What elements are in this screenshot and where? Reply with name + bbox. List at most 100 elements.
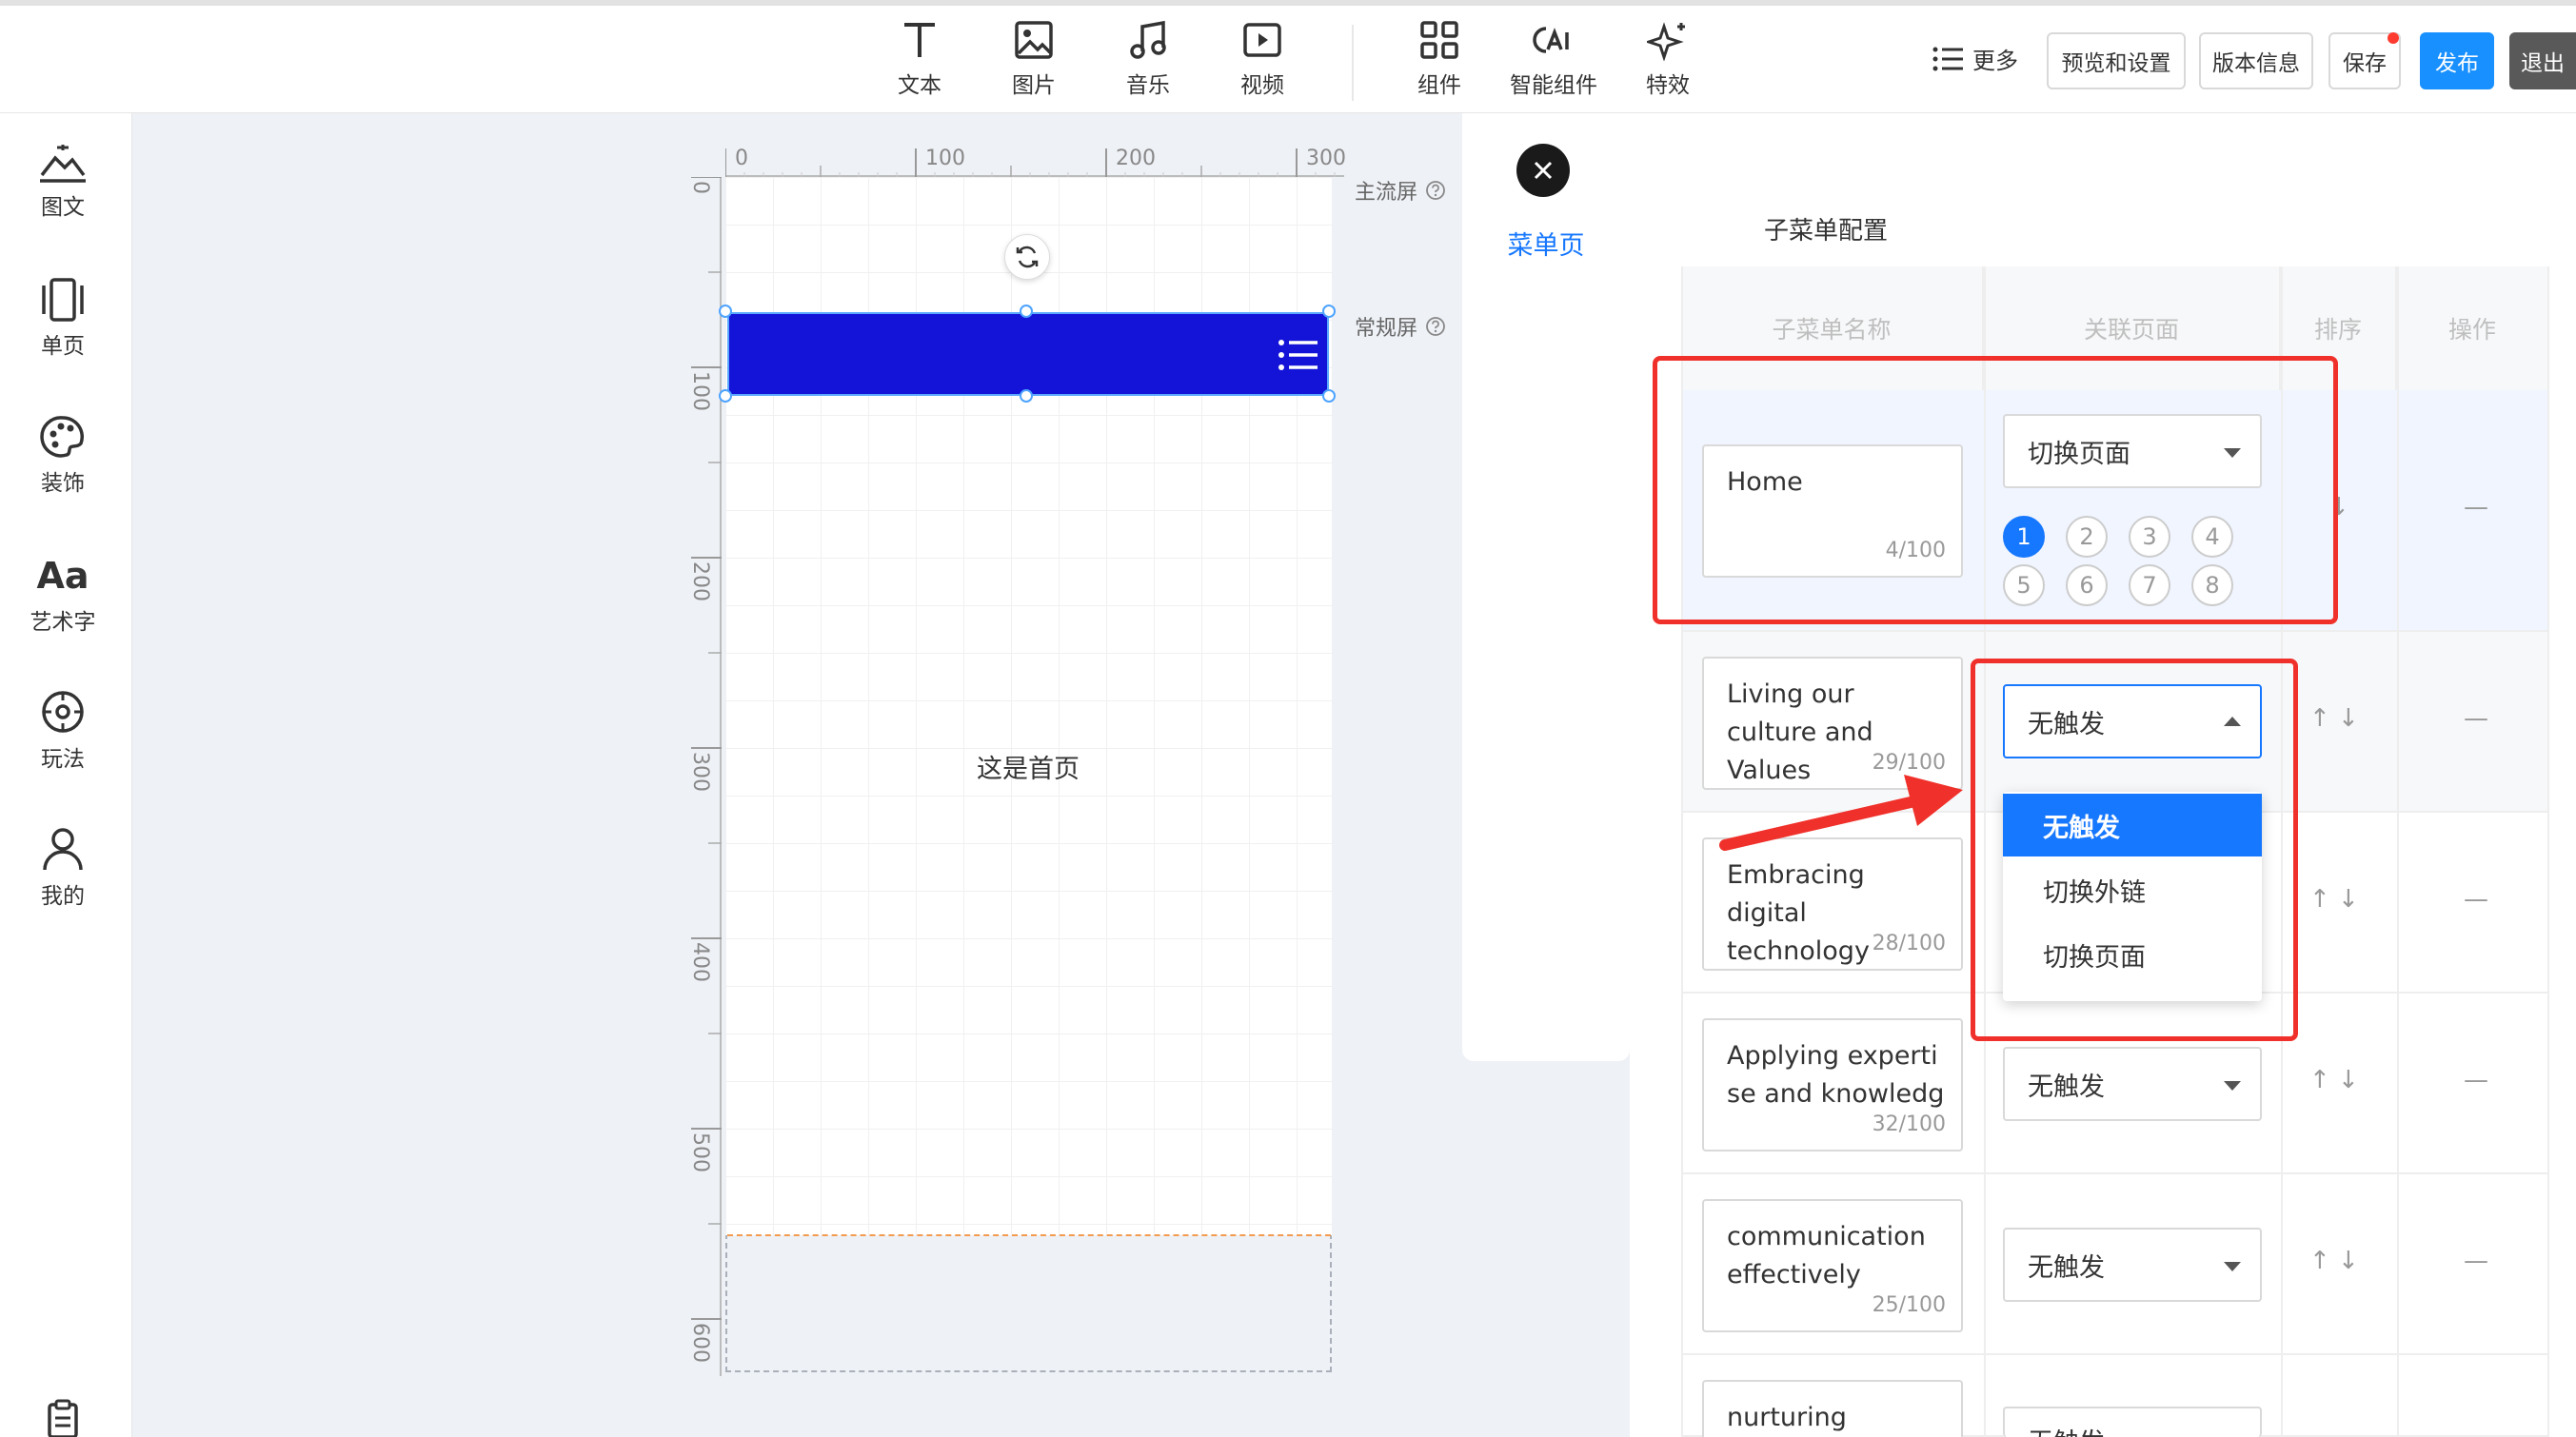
ruler-tick-label: 100 (688, 371, 712, 411)
menu-nav-bar[interactable] (727, 312, 1329, 396)
link-page-select[interactable]: 无触发 (2003, 1407, 2262, 1437)
help-icon[interactable] (1425, 180, 1446, 201)
tool-ai-component[interactable]: 智能组件 (1496, 19, 1611, 99)
sidebar-item-decoration[interactable]: 装饰 (0, 415, 126, 497)
column-header: 操作 (2397, 266, 2549, 390)
row-action[interactable]: — (2464, 493, 2488, 522)
tool-label: 文本 (898, 73, 941, 98)
tool-image[interactable]: 图片 (977, 19, 1091, 99)
version-info-button[interactable]: 版本信息 (2199, 32, 2313, 89)
config-title: 子菜单配置 (1764, 217, 1889, 246)
ruler-tick-label: 500 (688, 1132, 712, 1172)
row-action[interactable]: — (2464, 885, 2488, 914)
close-icon (1534, 161, 1553, 180)
sidebar-item-graphic-text[interactable]: 图文 (0, 141, 126, 221)
ruler-tick-label: 200 (688, 561, 712, 601)
ruler-top (725, 148, 1344, 177)
unsaved-dot (2388, 32, 2399, 44)
tool-component[interactable]: 组件 (1382, 19, 1496, 99)
submenu-name-input[interactable]: Living our culture and Values 29/100 (1702, 657, 1963, 790)
music-icon (1130, 20, 1166, 59)
tool-video[interactable]: 视频 (1205, 19, 1319, 99)
sidebar-item-mine[interactable]: 我的 (0, 826, 126, 910)
link-page-select[interactable]: 无触发 (2003, 1228, 2262, 1302)
ai-component-icon (1533, 27, 1569, 53)
column-divider (2547, 266, 2549, 1437)
char-counter: 25/100 (1872, 1293, 1946, 1317)
tool-text[interactable]: 文本 (862, 19, 977, 99)
ruler-tick-label: 400 (688, 942, 712, 982)
text-icon (904, 23, 935, 57)
video-icon (1243, 23, 1281, 57)
submenu-name-input[interactable]: Applying expertise and knowledge 32/100 (1702, 1018, 1963, 1152)
resize-handle[interactable] (719, 389, 732, 403)
normal-screen-label: 常规屏 (1355, 317, 1418, 341)
close-button[interactable] (1516, 144, 1570, 197)
caret-down-icon (2224, 1262, 2241, 1271)
char-counter: 32/100 (1872, 1112, 1946, 1136)
char-counter: 28/100 (1872, 932, 1946, 955)
sidebar-item-art-font[interactable]: Aa 艺术字 (0, 554, 126, 636)
ruler-tick-label: 200 (1116, 147, 1156, 170)
row-action[interactable]: — (2464, 1066, 2488, 1094)
ruler-tick-label: 600 (688, 1323, 712, 1363)
main-screen-tag: 主流屏 (1355, 175, 1446, 206)
resize-handle[interactable] (1020, 305, 1033, 318)
sidebar-item-label: 我的 (41, 884, 85, 909)
clipboard-icon (48, 1399, 78, 1437)
sidebar-clipboard[interactable] (0, 1399, 126, 1437)
more-label: 更多 (1972, 48, 2018, 74)
submenu-name-input[interactable]: nurturing diverse (1702, 1380, 1963, 1437)
page-body-text: 这是首页 (977, 755, 1080, 784)
art-font-icon: Aa (36, 555, 89, 597)
fold-line (727, 1234, 1331, 1236)
rotate-handle[interactable] (1004, 234, 1050, 280)
tool-label: 音乐 (1126, 73, 1170, 98)
menu-list-icon[interactable] (1278, 339, 1319, 371)
gameplay-icon (42, 691, 84, 733)
image-icon (1015, 21, 1053, 59)
more-button[interactable]: 更多 (1932, 42, 2018, 75)
graphic-text-icon (40, 145, 86, 183)
sort-arrows[interactable]: ↑ ↓ (2309, 1066, 2359, 1094)
palette-icon (40, 416, 85, 458)
sidebar-item-single-page[interactable]: 单页 (0, 278, 126, 360)
sort-arrows[interactable]: ↑ ↓ (2309, 704, 2359, 733)
tool-label: 组件 (1417, 73, 1461, 98)
list-menu-icon (1932, 47, 1963, 70)
resize-handle[interactable] (1322, 389, 1336, 403)
caret-down-icon (2224, 1081, 2241, 1091)
row-action[interactable]: — (2464, 704, 2488, 733)
select-value: 无触发 (2028, 1252, 2105, 1283)
tool-label: 智能组件 (1510, 73, 1597, 98)
tool-label: 图片 (1012, 73, 1056, 98)
ruler-tick-label: 300 (1306, 147, 1346, 170)
resize-handle[interactable] (1322, 305, 1336, 318)
resize-handle[interactable] (1020, 389, 1033, 403)
sort-arrows[interactable]: ↑ ↓ (2309, 1247, 2359, 1275)
ruler-tick-label: 0 (735, 147, 748, 170)
user-icon (43, 828, 83, 871)
tool-effects[interactable]: 特效 (1611, 19, 1725, 99)
row-action[interactable]: — (2464, 1247, 2488, 1275)
sidebar-item-label: 艺术字 (30, 610, 96, 635)
select-value: 无触发 (2028, 1422, 2105, 1437)
menu-page-tab[interactable]: 菜单页 (1485, 225, 1607, 262)
ruler-tick-label: 100 (925, 147, 965, 170)
submenu-name-value: nurturing diverse (1727, 1403, 1847, 1432)
sort-arrows[interactable]: ↑ ↓ (2309, 885, 2359, 914)
submenu-name-input[interactable]: communication effectively 25/100 (1702, 1199, 1963, 1332)
link-page-select[interactable]: 无触发 (2003, 1047, 2262, 1121)
tool-music[interactable]: 音乐 (1091, 19, 1205, 99)
help-icon[interactable] (1425, 316, 1446, 337)
publish-button[interactable]: 发布 (2420, 32, 2494, 89)
sidebar-item-gameplay[interactable]: 玩法 (0, 689, 126, 773)
toolbar-divider (1352, 25, 1354, 101)
resize-handle[interactable] (719, 305, 732, 318)
exit-button[interactable]: 退出 (2509, 32, 2576, 89)
preview-settings-button[interactable]: 预览和设置 (2047, 32, 2186, 89)
sidebar-item-label: 单页 (41, 334, 85, 359)
component-icon (1420, 21, 1458, 59)
annotation-arrow (1719, 775, 1963, 851)
effects-icon (1647, 22, 1685, 61)
